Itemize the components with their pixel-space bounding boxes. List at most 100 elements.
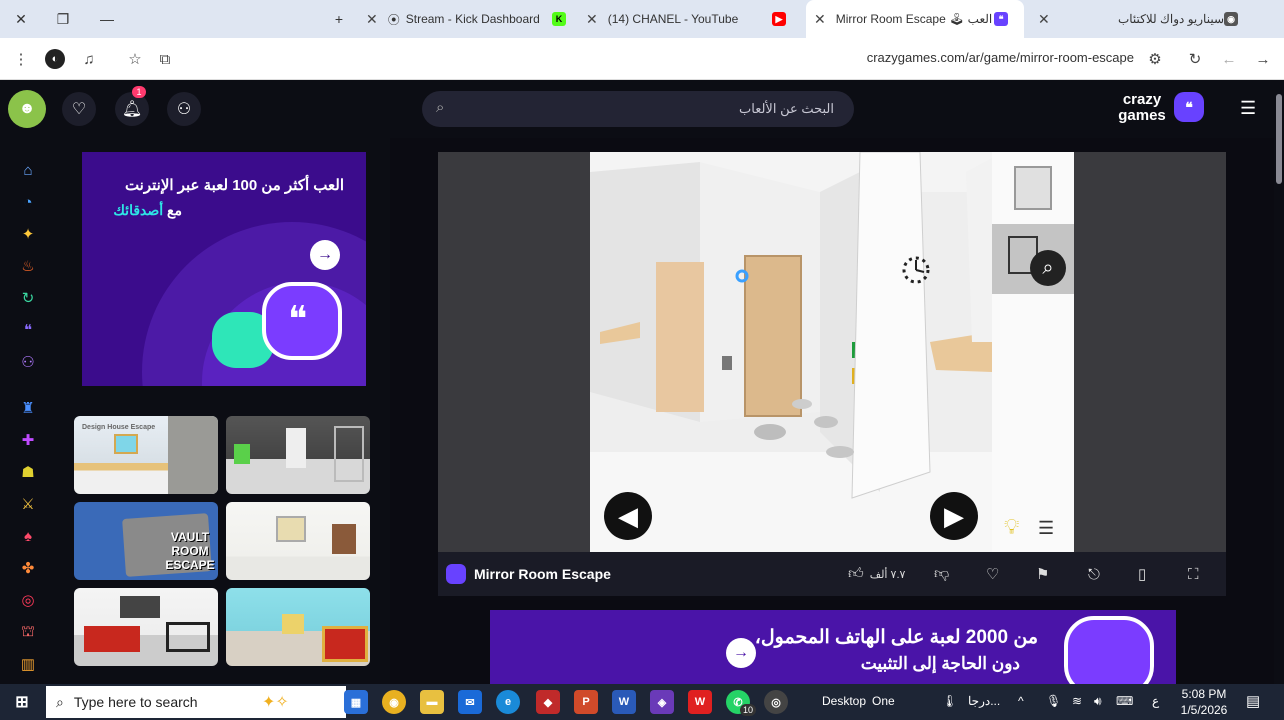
game-thumbnail[interactable] xyxy=(74,588,218,666)
desktop-label[interactable]: Desktop xyxy=(822,694,866,708)
menu-dots-icon[interactable]: ⋮ xyxy=(8,46,34,72)
friends-promo-card[interactable]: العب أكثر من 100 لعبة عبر الإنترنت مع أص… xyxy=(82,152,366,386)
star-icon[interactable]: ☆ xyxy=(122,46,148,72)
next-view-button[interactable]: ▶ xyxy=(930,492,978,540)
previous-view-button[interactable]: ◀ xyxy=(604,492,652,540)
shooting-icon[interactable]: ◎ xyxy=(18,590,38,610)
address-bar: ⋮ ◐ ♫ ☆ ⧉ crazygames.com/ar/game/mirror-… xyxy=(0,38,1284,80)
onedrive-label[interactable]: One xyxy=(872,694,895,708)
tab-arabic[interactable]: ✕ سيناريو دواك للاكتئاب ◉ xyxy=(1030,0,1252,38)
keyboard-icon[interactable]: ⌨ xyxy=(1116,694,1133,708)
inventory-item-selected[interactable]: ⌕ xyxy=(992,224,1074,294)
wifi-icon[interactable]: ≋ xyxy=(1072,694,1082,708)
widgets-icon[interactable]: ▦ xyxy=(344,690,368,714)
cards-icon[interactable]: ♠ xyxy=(18,526,38,546)
report-icon[interactable]: ⚑ xyxy=(1036,564,1049,584)
fullscreen-icon[interactable]: ⛶ xyxy=(1188,564,1199,584)
reload-icon[interactable]: ↻ xyxy=(1182,46,1208,72)
adventure-icon[interactable]: ☗ xyxy=(18,462,38,482)
language-indicator[interactable]: ع xyxy=(1152,694,1159,708)
share-icon[interactable]: ⎋ xyxy=(1088,564,1100,584)
game-thumbnail[interactable]: VAULT ROOM ESCAPE xyxy=(74,502,218,580)
close-tab-icon[interactable]: ✕ xyxy=(814,11,826,28)
tower-icon[interactable]: ⛫ xyxy=(18,622,38,642)
edge-icon[interactable]: e xyxy=(496,690,520,714)
microphone-icon[interactable]: 🎙︎ xyxy=(1046,694,1061,708)
weather-label[interactable]: درجا... xyxy=(968,694,1000,708)
sword-icon[interactable]: ⚔ xyxy=(18,494,38,514)
weather-icon[interactable]: 🌡︎ xyxy=(942,694,957,708)
scrollbar-thumb[interactable] xyxy=(1276,94,1282,184)
chrome-icon[interactable]: ◉ xyxy=(382,690,406,714)
tab-kick[interactable]: ✕ ⦿ Stream - Kick Dashboard K xyxy=(366,0,578,38)
crazygames-logo[interactable]: crazy games ❝ xyxy=(1112,92,1208,126)
windows-taskbar: ⊞ ⌕ Type here to search ✦✧ ▦ ◉ ▬ ✉ e ◆ P… xyxy=(0,684,1284,720)
page-scrollbar[interactable] xyxy=(1274,80,1284,684)
recent-icon[interactable]: ◔ xyxy=(18,192,38,212)
zoom-magnifier-icon[interactable]: ⌕ xyxy=(1030,250,1066,286)
home-icon[interactable]: ⌂ xyxy=(18,160,38,180)
tab-youtube[interactable]: ✕ (14) CHANEL - YouTube ▶ xyxy=(586,0,798,38)
m365-icon[interactable]: ◈ xyxy=(650,690,674,714)
hint-lightbulb-icon[interactable]: 💡︎ xyxy=(1004,514,1019,540)
new-icon[interactable]: ✦ xyxy=(18,224,38,244)
close-tab-icon[interactable]: ✕ xyxy=(1038,11,1050,28)
promo-arrow-button[interactable]: → xyxy=(310,240,340,270)
app-icon[interactable]: ◆ xyxy=(536,690,560,714)
notifications-icon[interactable]: ▤ xyxy=(1246,692,1260,710)
url-text[interactable]: crazygames.com/ar/game/mirror-room-escap… xyxy=(867,50,1134,65)
chevron-up-icon[interactable]: ^ xyxy=(1018,694,1024,708)
gamepad-icon[interactable]: ✚ xyxy=(18,430,38,450)
forward-icon[interactable]: → xyxy=(1250,46,1276,72)
close-tab-icon[interactable]: ✕ xyxy=(366,11,378,28)
action-icon[interactable]: ♜ xyxy=(18,398,38,418)
wps-icon[interactable]: W xyxy=(688,690,712,714)
profile-avatar-icon[interactable]: ◐ xyxy=(45,49,65,69)
trending-fire-icon[interactable]: ♨ xyxy=(18,256,38,276)
search-input[interactable]: ⌕ البحث عن الألعاب xyxy=(422,91,854,127)
obs-icon[interactable]: ◎ xyxy=(764,690,788,714)
settings-menu-icon[interactable]: ☰ xyxy=(1038,518,1054,539)
dislike-icon[interactable]: 👎︎ xyxy=(934,564,949,584)
user-avatar[interactable]: ☻ xyxy=(8,90,46,128)
site-settings-icon[interactable]: ⚙ xyxy=(1142,46,1168,72)
file-explorer-icon[interactable]: ▬ xyxy=(420,690,444,714)
banner-arrow-button[interactable]: → xyxy=(726,638,756,668)
game-thumbnail[interactable] xyxy=(226,502,370,580)
taskbar-search-input[interactable]: ⌕ Type here to search ✦✧ xyxy=(46,686,346,718)
originals-icon[interactable]: ❝ xyxy=(18,320,38,340)
new-tab-icon[interactable]: + xyxy=(324,0,354,38)
powerpoint-icon[interactable]: P xyxy=(574,690,598,714)
mobile-games-banner[interactable]: من 2000 لعبة على الهاتف المحمول، دون الح… xyxy=(490,610,1176,684)
game-thumbnail[interactable] xyxy=(226,588,370,666)
category-sidebar: ⌂ ◔ ✦ ♨ ↻ ❝ ⚇ ♜ ✚ ☗ ⚔ ♠ ✤ ◎ ⛫ ▥ xyxy=(0,138,56,684)
game-canvas[interactable]: ◀ ▶ xyxy=(590,152,992,552)
windows-start-icon[interactable]: ⊞ xyxy=(10,690,34,714)
puzzle-icon[interactable]: ✤ xyxy=(18,558,38,578)
restore-window-icon[interactable]: ❐ xyxy=(48,0,78,38)
game-thumbnail[interactable] xyxy=(226,416,370,494)
theater-mode-icon[interactable]: ▯ xyxy=(1138,564,1146,584)
outlook-icon[interactable]: ✉ xyxy=(458,690,482,714)
hamburger-menu-icon[interactable]: ☰ xyxy=(1240,98,1256,119)
close-window-icon[interactable]: ✕ xyxy=(6,0,36,38)
heart-icon[interactable]: ♡ xyxy=(62,92,96,126)
bell-icon[interactable]: 🔔︎ xyxy=(115,92,149,126)
favorite-heart-icon[interactable]: ♡ xyxy=(986,564,999,584)
tab-mirror-room[interactable]: ✕ Mirror Room Escape 🕹 العب ❝ xyxy=(806,0,1024,38)
word-icon[interactable]: W xyxy=(612,690,636,714)
close-tab-icon[interactable]: ✕ xyxy=(586,11,598,28)
minimize-window-icon[interactable]: — xyxy=(92,0,122,38)
friends-icon[interactable]: ⚇ xyxy=(167,92,201,126)
updated-icon[interactable]: ↻ xyxy=(18,288,38,308)
ranking-icon[interactable]: ▥ xyxy=(18,654,38,674)
multiplayer-icon[interactable]: ⚇ xyxy=(18,352,38,372)
install-icon[interactable]: ⧉ xyxy=(152,46,178,72)
media-icon[interactable]: ♫ xyxy=(76,46,102,72)
like-button[interactable]: 👍︎ ٧.٧ ألف xyxy=(848,564,905,584)
back-icon[interactable]: ← xyxy=(1216,46,1242,72)
volume-icon[interactable]: 🔊︎ xyxy=(1094,694,1102,709)
clock[interactable]: 5:08 PM 1/5/2026 xyxy=(1176,686,1232,718)
game-thumbnail[interactable]: Design House Escape xyxy=(74,416,218,494)
inventory-item-slot[interactable] xyxy=(1014,166,1052,210)
